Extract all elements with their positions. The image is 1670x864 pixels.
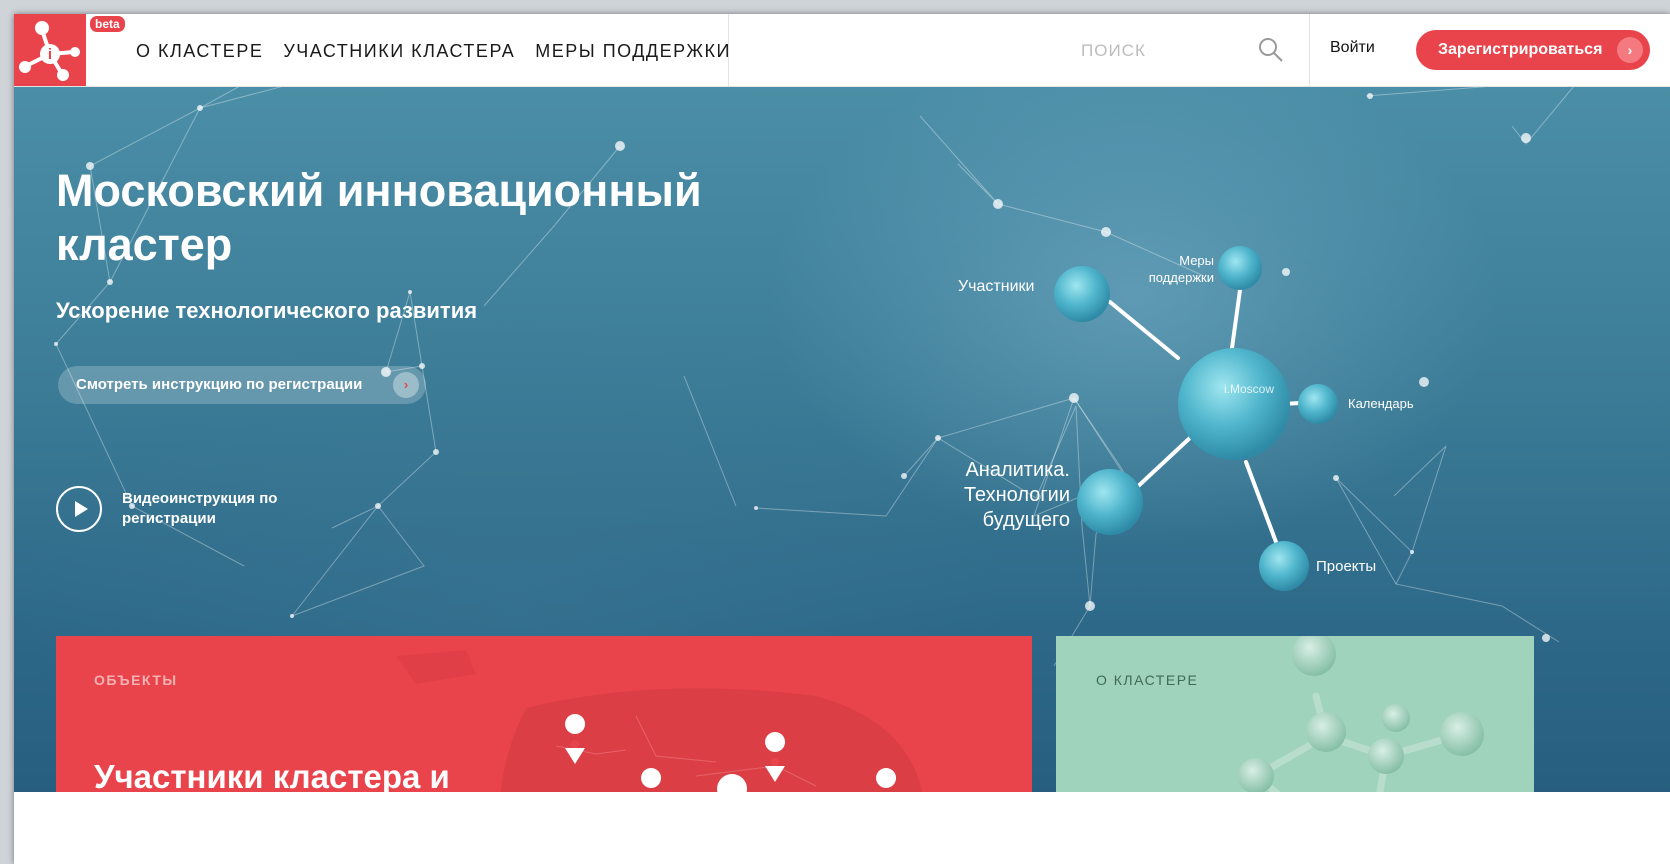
hero-title: Московский инновационный кластер xyxy=(56,165,702,270)
login-link[interactable]: Войти xyxy=(1330,39,1375,57)
nav-about-cluster[interactable]: О КЛАСТЕРЕ xyxy=(136,40,263,62)
video-instruction-label: Видеоинструкция по регистрации xyxy=(122,490,278,527)
video-instruction-link[interactable]: Видеоинструкция по регистрации xyxy=(56,486,292,532)
registration-instruction-button[interactable]: Смотреть инструкцию по регистрации › xyxy=(58,366,426,404)
instruction-button-label: Смотреть инструкцию по регистрации xyxy=(76,376,363,393)
beta-badge: beta xyxy=(90,16,125,32)
graph-node-support[interactable]: Меры поддержки xyxy=(1134,252,1214,286)
search-area xyxy=(728,14,1310,86)
register-button-label: Зарегистрироваться xyxy=(1438,41,1603,58)
chevron-right-icon: › xyxy=(393,372,419,398)
site-header: i beta О КЛАСТЕРЕ УЧАСТНИКИ КЛАСТЕРА МЕР… xyxy=(14,14,1670,87)
objects-kicker: ОБЪЕКТЫ xyxy=(94,672,178,688)
graph-node-projects[interactable]: Проекты xyxy=(1316,558,1376,575)
search-icon[interactable] xyxy=(1257,36,1285,64)
about-cluster-kicker: О КЛАСТЕРЕ xyxy=(1096,672,1199,688)
hero-subtitle: Ускорение технологического развития xyxy=(56,298,478,323)
graph-node-calendar[interactable]: Календарь xyxy=(1348,396,1414,411)
nav-support-measures[interactable]: МЕРЫ ПОДДЕРЖКИ xyxy=(535,40,731,62)
main-nav: О КЛАСТЕРЕ УЧАСТНИКИ КЛАСТЕРА МЕРЫ ПОДДЕ… xyxy=(136,40,751,62)
nav-cluster-participants[interactable]: УЧАСТНИКИ КЛАСТЕРА xyxy=(283,40,515,62)
page-frame: i beta О КЛАСТЕРЕ УЧАСТНИКИ КЛАСТЕРА МЕР… xyxy=(14,14,1670,864)
search-input[interactable] xyxy=(1079,36,1233,66)
graph-node-participants[interactable]: Участники xyxy=(958,278,1034,296)
graph-node-analytics[interactable]: Аналитика. Технологии будущего xyxy=(934,458,1070,533)
molecule-logo-icon: i xyxy=(19,21,80,81)
play-icon[interactable] xyxy=(56,486,102,532)
chevron-right-icon: › xyxy=(1617,37,1643,63)
graph-node-center[interactable]: i.Moscow xyxy=(1224,382,1274,396)
logo-icon[interactable]: i xyxy=(14,14,86,86)
svg-text:i: i xyxy=(48,46,52,63)
register-button[interactable]: Зарегистрироваться › xyxy=(1416,30,1650,70)
page-content-start xyxy=(14,792,1670,864)
hero-section: Московский инновационный кластер Ускорен… xyxy=(14,86,1670,864)
